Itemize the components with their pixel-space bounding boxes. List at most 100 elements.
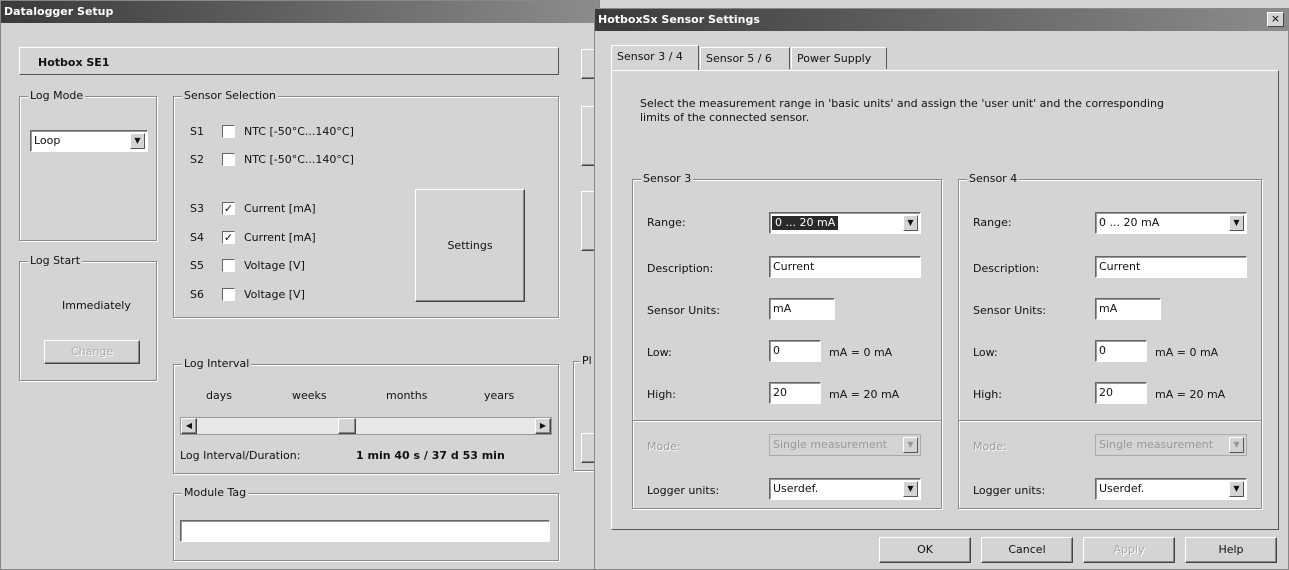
sensor-id-s3: S3: [190, 202, 204, 215]
device-header: Hotbox SE1: [19, 47, 559, 75]
settings-button[interactable]: Settings: [415, 189, 525, 302]
sensor-4-low-suffix: mA = 0 mA: [1155, 346, 1219, 359]
sensor-3-range-value: 0 ... 20 mA: [772, 216, 839, 230]
sensor-4-mode-select: Single measurement ▼: [1095, 434, 1247, 456]
sensor-s5-checkbox[interactable]: [222, 259, 235, 272]
sensor-s1-label: NTC [-50°C...140°C]: [244, 125, 354, 138]
log-mode-select[interactable]: Loop ▼: [30, 130, 148, 152]
chevron-down-icon[interactable]: ▼: [1229, 215, 1244, 231]
log-interval-slider[interactable]: ◀ ▶: [180, 417, 552, 435]
sensor-4-logger-units-select[interactable]: Userdef. ▼: [1095, 478, 1247, 500]
window-title: Datalogger Setup: [4, 5, 114, 18]
sensor-4-logger-units-value: Userdef.: [1099, 482, 1145, 495]
sensor-s3-checkbox[interactable]: ✓: [222, 202, 235, 215]
sensor-s5-label: Voltage [V]: [244, 259, 305, 272]
scroll-left-icon[interactable]: ◀: [181, 418, 197, 434]
cancel-button[interactable]: Cancel: [981, 537, 1073, 563]
sensor-3-mode-value: Single measurement: [773, 438, 888, 451]
sensor-4-high-label: High:: [973, 388, 1002, 401]
sensor-4-description-input[interactable]: Current: [1095, 256, 1247, 278]
sensor-4-sensor-units-label: Sensor Units:: [973, 304, 1047, 317]
sensor-3-description-input[interactable]: Current: [769, 256, 921, 278]
sensor-id-s6: S6: [190, 288, 204, 301]
module-tag-legend: Module Tag: [182, 486, 249, 499]
sensor-3-separator: [633, 420, 941, 422]
chevron-down-icon[interactable]: ▼: [903, 215, 918, 231]
datalogger-setup-titlebar[interactable]: Datalogger Setup: [1, 1, 599, 23]
tab-sensor-3-4[interactable]: Sensor 3 / 4: [611, 45, 699, 70]
sensor-selection-legend: Sensor Selection: [182, 89, 278, 102]
sensor-id-s5: S5: [190, 259, 204, 272]
sensor-4-description-label: Description:: [973, 262, 1040, 275]
chevron-down-icon[interactable]: ▼: [1229, 481, 1244, 497]
sensor-4-low-input[interactable]: 0: [1095, 340, 1147, 362]
sensor-id-s2: S2: [190, 153, 204, 166]
sensor-4-high-input[interactable]: 20: [1095, 382, 1147, 404]
sensor-s2-label: NTC [-50°C...140°C]: [244, 153, 354, 166]
log-mode-value: Loop: [34, 134, 61, 147]
slider-thumb[interactable]: [338, 418, 356, 434]
close-icon[interactable]: ×: [1267, 12, 1284, 27]
dialog-title: HotboxSx Sensor Settings: [598, 13, 760, 26]
sensor-3-logger-units-select[interactable]: Userdef. ▼: [769, 478, 921, 500]
sensor-4-sensor-units-input[interactable]: mA: [1095, 298, 1161, 320]
duration-value: 1 min 40 s / 37 d 53 min: [356, 449, 505, 462]
sensor-4-range-label: Range:: [973, 216, 1012, 229]
sensor-4-range-select[interactable]: 0 ... 20 mA ▼: [1095, 212, 1247, 234]
tab-power-supply[interactable]: Power Supply: [791, 47, 887, 69]
log-start-legend: Log Start: [28, 254, 83, 267]
instructions-line-1: Select the measurement range in 'basic u…: [640, 97, 1164, 110]
sensor-3-logger-units-value: Userdef.: [773, 482, 819, 495]
sensor-settings-dialog: HotboxSx Sensor Settings × Sensor 3 / 4 …: [594, 8, 1289, 570]
sensor-s6-checkbox[interactable]: [222, 288, 235, 301]
sensor-3-mode-label: Mode:: [647, 440, 681, 453]
sensor-3-sensor-units-input[interactable]: mA: [769, 298, 835, 320]
sensor-3-high-input[interactable]: 20: [769, 382, 821, 404]
log-start-value: Immediately: [62, 299, 131, 312]
sensor-s4-checkbox[interactable]: ✓: [222, 231, 235, 244]
log-interval-group: Log Interval days weeks months years ◀ ▶…: [173, 357, 559, 474]
scale-label-months: months: [386, 389, 428, 402]
instructions-line-2: limits of the connected sensor.: [640, 111, 810, 124]
chevron-down-icon: ▼: [903, 437, 918, 453]
sensor-4-mode-value: Single measurement: [1099, 438, 1214, 451]
module-tag-input[interactable]: [180, 520, 550, 542]
sensor-4-mode-label: Mode:: [973, 440, 1007, 453]
sensor-4-group: Sensor 4 Range: 0 ... 20 mA ▼ Descriptio…: [958, 172, 1262, 509]
ok-button[interactable]: OK: [879, 537, 971, 563]
sensor-s6-label: Voltage [V]: [244, 288, 305, 301]
change-button[interactable]: Change: [44, 340, 140, 364]
scroll-right-icon[interactable]: ▶: [535, 418, 551, 434]
sensor-4-low-label: Low:: [973, 346, 998, 359]
module-tag-group: Module Tag: [173, 486, 559, 561]
log-mode-group: Log Mode Loop ▼: [19, 89, 157, 241]
apply-button[interactable]: Apply: [1083, 537, 1175, 563]
sensor-3-mode-select: Single measurement ▼: [769, 434, 921, 456]
sensor-3-logger-units-label: Logger units:: [647, 484, 720, 497]
datalogger-setup-window: Datalogger Setup Hotbox SE1 Pl Log Mode …: [0, 0, 613, 570]
tab-sensor-5-6[interactable]: Sensor 5 / 6: [700, 47, 790, 69]
sensor-3-range-label: Range:: [647, 216, 686, 229]
chevron-down-icon[interactable]: ▼: [130, 133, 145, 149]
sensor-4-range-value: 0 ... 20 mA: [1099, 216, 1160, 229]
sensor-id-s1: S1: [190, 125, 204, 138]
sensor-3-legend: Sensor 3: [641, 172, 694, 185]
help-button[interactable]: Help: [1185, 537, 1277, 563]
log-start-group: Log Start Immediately Change: [19, 254, 157, 381]
sensor-settings-titlebar[interactable]: HotboxSx Sensor Settings ×: [595, 9, 1288, 31]
sensor-4-legend: Sensor 4: [967, 172, 1020, 185]
sensor-s1-checkbox[interactable]: [222, 125, 235, 138]
sensor-s4-label: Current [mA]: [244, 231, 316, 244]
sensor-s2-checkbox[interactable]: [222, 153, 235, 166]
sensor-3-high-suffix: mA = 20 mA: [829, 388, 900, 401]
sensor-3-low-input[interactable]: 0: [769, 340, 821, 362]
sensor-3-range-select[interactable]: 0 ... 20 mA ▼: [769, 212, 921, 234]
sensor-3-group: Sensor 3 Range: 0 ... 20 mA ▼ Descriptio…: [632, 172, 942, 509]
chevron-down-icon[interactable]: ▼: [903, 481, 918, 497]
device-name: Hotbox SE1: [38, 56, 110, 69]
sensor-4-high-suffix: mA = 20 mA: [1155, 388, 1226, 401]
scale-label-days: days: [206, 389, 232, 402]
sensor-3-description-label: Description:: [647, 262, 714, 275]
scale-label-years: years: [484, 389, 515, 402]
scale-label-weeks: weeks: [292, 389, 327, 402]
